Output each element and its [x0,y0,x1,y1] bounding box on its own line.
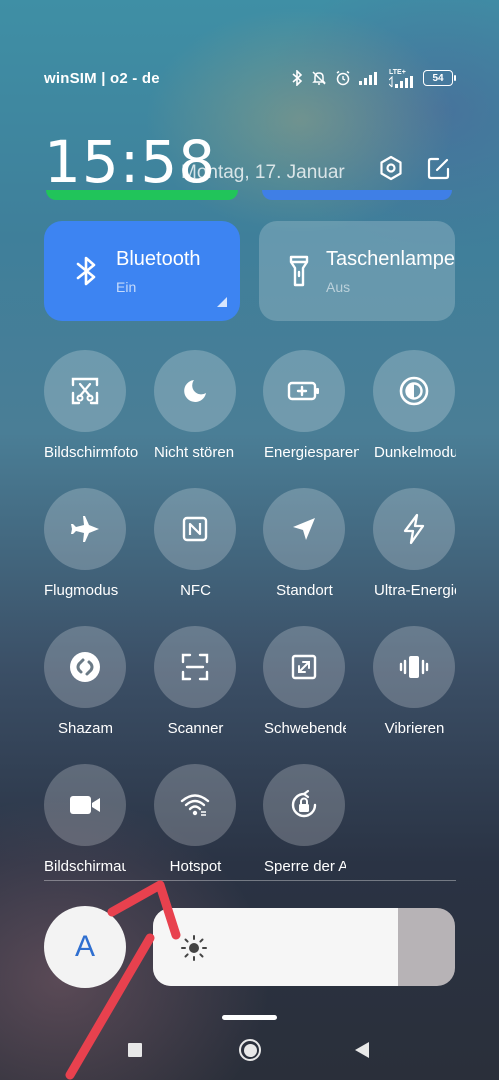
hotspot-icon [180,794,210,816]
tile-label: Hotspot [169,858,222,875]
battery-icon: 54 [423,70,456,86]
tile-label: Flugmodus [44,582,119,599]
bluetooth-tile-title: Bluetooth [116,247,201,270]
tile-do-not-disturb[interactable] [154,350,236,432]
tile-scanner[interactable] [154,626,236,708]
tile-battery-saver[interactable] [263,350,345,432]
tile-label: Vibrieren [384,720,445,737]
edit-button[interactable] [424,153,454,183]
storage-usage-bar [262,190,452,200]
tile-ultra-battery-saver[interactable] [373,488,455,570]
home-button[interactable] [239,1039,261,1061]
flashlight-tile-status: Aus [326,278,351,295]
floating-window-icon [291,654,317,680]
moon-icon [184,380,206,402]
bluetooth-tile[interactable]: Bluetooth Ein [44,221,240,321]
edit-icon [427,157,450,180]
vibrate-icon [399,656,429,678]
recent-apps-button[interactable] [128,1043,142,1057]
nfc-icon [182,516,208,542]
bluetooth-icon [72,256,100,286]
airplane-icon [71,516,99,542]
tile-label: Standort [276,582,333,599]
brightness-slider[interactable] [153,908,455,986]
tile-label: Nicht stören [154,444,235,461]
sun-icon [181,935,207,961]
tile-screen-recorder[interactable] [44,764,126,846]
tile-label: Bildschirmfoto [44,444,139,461]
battery-level: 54 [432,72,444,84]
tile-shazam[interactable] [44,626,126,708]
bluetooth-tile-status: Ein [116,278,137,295]
tile-label: NFC [180,582,211,599]
tile-floating-window[interactable] [263,626,345,708]
flashlight-icon [287,255,310,287]
settings-hexagon-icon [380,155,402,181]
tile-label: Energiesparen [264,444,359,461]
tile-hotspot[interactable] [154,764,236,846]
tile-vibrate[interactable] [373,626,455,708]
mute-icon [311,70,327,86]
dark-mode-icon [399,376,429,406]
tile-label: Dunkelmodus [374,444,456,461]
lightning-icon [403,513,425,545]
screen-recorder-icon [70,796,100,814]
alarm-icon [335,70,351,86]
rotation-lock-icon [291,789,317,818]
signal-icon [359,71,381,85]
back-button[interactable] [355,1042,369,1058]
tile-airplane-mode[interactable] [44,488,126,570]
divider [44,880,456,881]
auto-brightness-button[interactable]: A [44,906,126,988]
tile-label: Scanner [167,720,224,737]
shazam-icon [70,652,100,682]
expand-corner-icon[interactable] [217,297,227,307]
tile-dark-mode[interactable] [373,350,455,432]
panel-handle[interactable] [222,1015,277,1020]
tile-label: Shazam [57,720,114,737]
tile-label: Ultra-Energiesparen [374,582,456,599]
tile-nfc[interactable] [154,488,236,570]
battery-saver-icon [287,381,319,401]
status-icons: LTE+ 54 [291,68,456,88]
tile-rotation-lock[interactable] [263,764,345,846]
date[interactable]: Montag, 17. Januar [181,162,345,184]
screenshot-icon [71,377,99,405]
flashlight-tile-title: Taschenlampe [326,247,455,270]
lte-signal: LTE+ [389,69,415,88]
tile-label: Bildschirmaufnahme [44,858,126,875]
tile-label: Schwebendes Fenster [264,720,346,737]
status-bar [0,0,499,60]
lte-label: LTE+ [389,68,406,76]
settings-button[interactable] [376,153,406,183]
tile-screenshot[interactable] [44,350,126,432]
flashlight-tile[interactable]: Taschenlampe Aus [259,221,455,321]
carrier-name: winSIM | o2 - de [44,70,160,87]
scanner-icon [181,653,209,681]
bluetooth-icon [291,70,303,86]
tile-location[interactable] [263,488,345,570]
data-usage-bar [46,190,238,200]
auto-brightness-label: A [74,930,95,963]
location-icon [293,518,315,540]
tile-label: Sperre der Ausrichtung [264,858,346,875]
